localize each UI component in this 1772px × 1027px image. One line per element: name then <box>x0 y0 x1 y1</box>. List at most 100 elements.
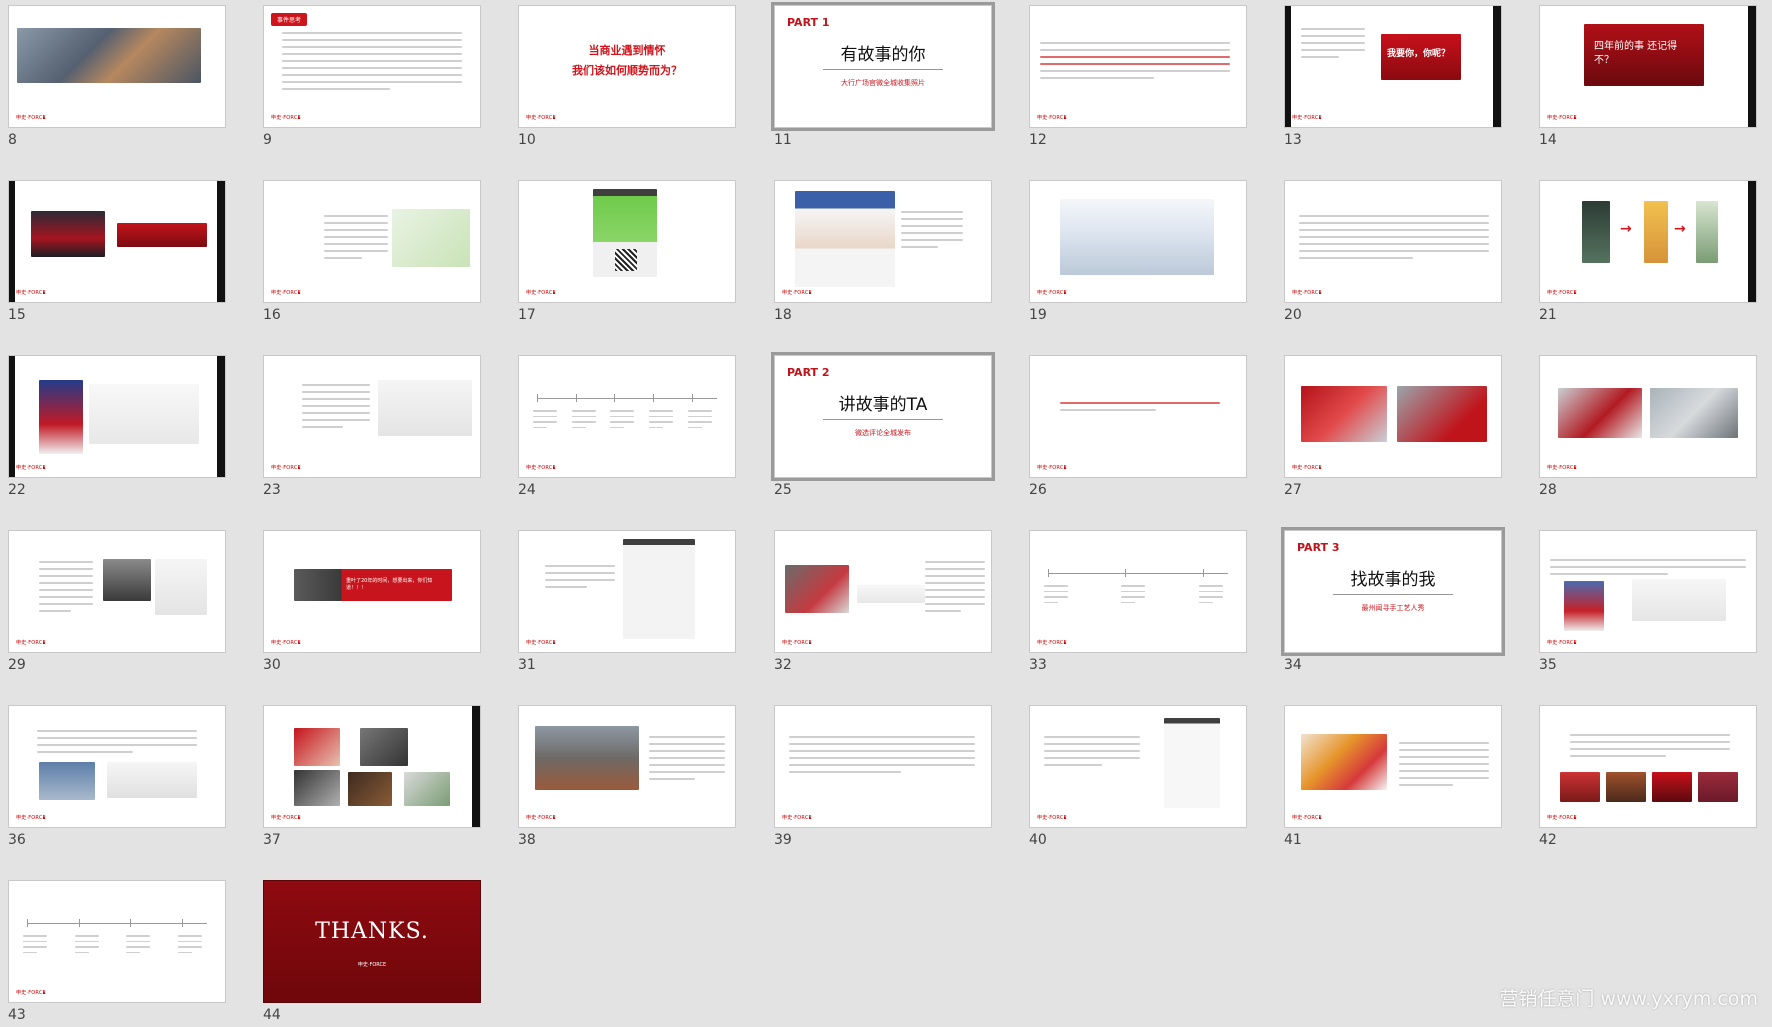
chat-screenshot <box>623 539 695 639</box>
slide-thumbnail[interactable]: → → 申史·FORCE <box>1539 180 1757 303</box>
slide-thumbnail-cell[interactable]: 申史·FORCE 40 <box>1029 705 1247 852</box>
slide-thumbnail[interactable]: 申史·FORCE <box>1539 355 1757 478</box>
photo-thumbnail <box>1698 772 1738 802</box>
footer-logo: 申史·FORCE <box>1037 640 1067 646</box>
slide-thumbnail-cell[interactable]: 申史·FORCE 24 <box>518 355 736 502</box>
footer-logo: 申史·FORCE <box>526 815 556 821</box>
slide-thumbnail-cell[interactable]: PART 1 有故事的你 大行广场官微全城收集照片 11 <box>771 2 995 152</box>
slide-thumbnail-cell[interactable]: 申史·FORCE 38 <box>518 705 736 852</box>
slide-number-label: 23 <box>263 482 281 498</box>
slide-number-label: 26 <box>1029 482 1047 498</box>
slide-thumbnail[interactable]: 申史·FORCE <box>1539 530 1757 653</box>
slide-thumbnail[interactable]: 申史·FORCE <box>1029 705 1247 828</box>
slide-thumbnail-cell[interactable]: 申史·FORCE 16 <box>263 180 481 327</box>
text-block <box>1060 402 1220 416</box>
slide-thumbnail[interactable]: 申史·FORCE <box>263 355 481 478</box>
slide-thumbnail[interactable]: PART 2 讲故事的TA 微选评论全城发布 <box>771 352 995 481</box>
footer-logo: 申史·FORCE <box>1547 815 1577 821</box>
slide-thumbnail[interactable]: 申史·FORCE <box>774 530 992 653</box>
slide-thumbnail-cell[interactable]: 申史·FORCE 41 <box>1284 705 1502 852</box>
footer-logo: 申史·FORCE <box>526 640 556 646</box>
slide-thumbnail-cell[interactable]: 申史·FORCE 28 <box>1539 355 1757 502</box>
slide-thumbnail[interactable]: 申史·FORCE <box>1284 355 1502 478</box>
slide-thumbnail-cell[interactable]: 申史·FORCE 39 <box>774 705 992 852</box>
slide-thumbnail-cell[interactable]: 申史·FORCE 19 <box>1029 180 1247 327</box>
slide-thumbnail[interactable]: 申史·FORCE <box>8 880 226 1003</box>
slide-thumbnail-cell[interactable]: 申史·FORCE 27 <box>1284 355 1502 502</box>
slide-thumbnail-cell[interactable]: 重叶了20年的时间，想要出来，你们知道！！！ 申史·FORCE 30 <box>263 530 481 677</box>
slide-thumbnail-cell[interactable]: 我要你，你呢？ 申史·FORCE 13 <box>1284 5 1502 152</box>
slide-thumbnail-cell[interactable]: 申史·FORCE 33 <box>1029 530 1247 677</box>
footer-logo: 申史·FORCE <box>271 115 301 121</box>
slide-thumbnail[interactable]: 申史·FORCE <box>518 530 736 653</box>
slide-thumbnail[interactable]: 申史·FORCE <box>1029 355 1247 478</box>
slide-thumbnail-cell[interactable]: 申史·FORCE 12 <box>1029 5 1247 152</box>
slide-thumbnail-cell[interactable]: 当商业遇到情怀 我们该如何顺势而为？ 申史·FORCE 10 <box>518 5 736 152</box>
slide-thumbnail[interactable]: 当商业遇到情怀 我们该如何顺势而为？ 申史·FORCE <box>518 5 736 128</box>
slide-thumbnail[interactable]: 申史·FORCE <box>518 355 736 478</box>
slide-thumbnail[interactable]: 申史·FORCE <box>518 705 736 828</box>
slide-thumbnail[interactable]: 申史·FORCE <box>8 355 226 478</box>
slide-thumbnail-cell[interactable]: 申史·FORCE 29 <box>8 530 226 677</box>
slide-thumbnail-cell[interactable]: 申史·FORCE 15 <box>8 180 226 327</box>
slide-thumbnail[interactable]: 申史·FORCE <box>774 705 992 828</box>
slide-thumbnail-cell[interactable]: 申史·FORCE 36 <box>8 705 226 852</box>
slide-thumbnail[interactable]: 申史·FORCE <box>1284 180 1502 303</box>
slide-thumbnail-cell[interactable]: 申史·FORCE 31 <box>518 530 736 677</box>
timeline-tick <box>181 919 183 927</box>
slide-thumbnail[interactable]: 申史·FORCE <box>8 705 226 828</box>
slide-thumbnail-cell[interactable]: 申史·FORCE 8 <box>8 5 226 152</box>
slide-thumbnail[interactable]: 申史·FORCE <box>774 180 992 303</box>
slide-thumbnail[interactable]: 申史·FORCE <box>8 530 226 653</box>
slide-thumbnail-cell[interactable]: THANKS. 申史·FORCE 44 <box>263 880 481 1027</box>
title-divider <box>1333 594 1453 595</box>
slide-thumbnail-cell[interactable]: 申史·FORCE 26 <box>1029 355 1247 502</box>
section-tag: 事件思考 <box>271 13 308 26</box>
slide-number-label: 42 <box>1539 832 1557 848</box>
slide-thumbnail[interactable]: 申史·FORCE <box>8 180 226 303</box>
slide-thumbnail[interactable]: 申史·FORCE <box>1029 180 1247 303</box>
slide-thumbnail[interactable]: PART 1 有故事的你 大行广场官微全城收集照片 <box>771 2 995 131</box>
slide-thumbnail-cell[interactable]: 事件思考 申史·FORCE 9 <box>263 5 481 152</box>
slide-thumbnail[interactable]: 申史·FORCE <box>1029 530 1247 653</box>
slide-thumbnail[interactable]: 申史·FORCE <box>518 180 736 303</box>
slide-subheadline: 我们该如何顺势而为？ <box>572 64 682 77</box>
slide-thumbnail-cell[interactable]: PART 2 讲故事的TA 微选评论全城发布 25 <box>771 352 995 502</box>
text-block <box>901 211 963 253</box>
photo-thumbnail <box>39 762 95 800</box>
text-block <box>1299 215 1489 264</box>
slide-thumbnail[interactable]: 申史·FORCE <box>263 705 481 828</box>
slide-thumbnail[interactable]: 申史·FORCE <box>1029 5 1247 128</box>
footer-logo: 申史·FORCE <box>526 290 556 296</box>
slide-number-label: 29 <box>8 657 26 673</box>
footer-dot <box>809 642 811 644</box>
slide-thumbnail-cell[interactable]: 申史·FORCE 43 <box>8 880 226 1027</box>
slide-thumbnail[interactable]: 事件思考申史·FORCE <box>263 5 481 128</box>
slide-thumbnail-cell[interactable]: 申史·FORCE 35 <box>1539 530 1757 677</box>
slide-thumbnail-cell[interactable]: 申史·FORCE 42 <box>1539 705 1757 852</box>
slide-thumbnail-cell[interactable]: 申史·FORCE 32 <box>774 530 992 677</box>
slide-thumbnail[interactable]: 申史·FORCE <box>1284 705 1502 828</box>
slide-thumbnail-cell[interactable]: 申史·FORCE 17 <box>518 180 736 327</box>
slide-thumbnail[interactable]: 四年前的事 还记得不？ 申史·FORCE <box>1539 5 1757 128</box>
slide-thumbnail-cell[interactable]: 申史·FORCE 20 <box>1284 180 1502 327</box>
slide-thumbnail[interactable]: PART 3 找故事的我 最州闻寻手工艺人秀 <box>1281 527 1505 656</box>
slide-number-label: 19 <box>1029 307 1047 323</box>
letterbox-bar <box>217 181 225 302</box>
slide-thumbnail-cell[interactable]: PART 3 找故事的我 最州闻寻手工艺人秀 34 <box>1281 527 1505 677</box>
slide-thumbnail[interactable]: THANKS. 申史·FORCE <box>263 880 481 1003</box>
slide-thumbnail[interactable]: 重叶了20年的时间，想要出来，你们知道！！！ 申史·FORCE <box>263 530 481 653</box>
slide-thumbnail-cell[interactable]: 申史·FORCE 18 <box>774 180 992 327</box>
slide-thumbnail[interactable]: 申史·FORCE <box>1539 705 1757 828</box>
slide-thumbnail[interactable]: 申史·FORCE <box>8 5 226 128</box>
slide-thumbnail[interactable]: 申史·FORCE <box>263 180 481 303</box>
slide-thumbnail-cell[interactable]: 申史·FORCE 23 <box>263 355 481 502</box>
slide-thumbnail-cell[interactable]: 申史·FORCE 37 <box>263 705 481 852</box>
slide-thumbnail-cell[interactable]: 申史·FORCE 22 <box>8 355 226 502</box>
slide-thumbnail[interactable]: 我要你，你呢？ 申史·FORCE <box>1284 5 1502 128</box>
slide-number-label: 27 <box>1284 482 1302 498</box>
footer-dot <box>1574 467 1576 469</box>
text-block <box>925 561 985 617</box>
slide-thumbnail-cell[interactable]: 四年前的事 还记得不？ 申史·FORCE 14 <box>1539 5 1757 152</box>
slide-thumbnail-cell[interactable]: → → 申史·FORCE 21 <box>1539 180 1757 327</box>
